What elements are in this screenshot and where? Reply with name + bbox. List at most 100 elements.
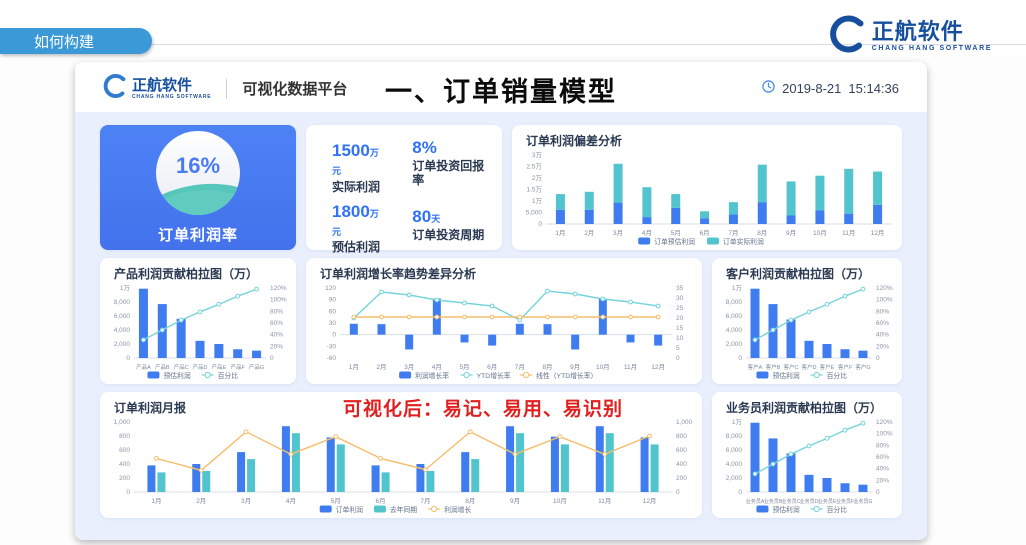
svg-text:10月: 10月 (596, 363, 610, 371)
svg-text:4,000: 4,000 (114, 327, 131, 334)
svg-text:40%: 40% (876, 332, 889, 339)
dashboard-header: 正航软件 CHANG HANG SOFTWARE 可视化数据平台 一、订单销量模… (75, 62, 927, 112)
svg-text:8,000: 8,000 (726, 299, 743, 306)
svg-text:11月: 11月 (624, 363, 637, 371)
svg-text:60%: 60% (876, 320, 889, 327)
svg-text:业务员E: 业务员E (818, 498, 837, 505)
svg-text:2月: 2月 (584, 229, 594, 237)
svg-text:1万: 1万 (732, 284, 743, 292)
svg-text:2月: 2月 (376, 363, 386, 371)
svg-text:百分比: 百分比 (827, 505, 848, 514)
svg-text:3万: 3万 (532, 151, 543, 159)
svg-text:客户G: 客户G (855, 363, 870, 371)
svg-text:5: 5 (676, 345, 680, 352)
svg-text:1,000: 1,000 (114, 419, 131, 426)
svg-text:20%: 20% (876, 478, 889, 485)
chart-canvas: 02004006008001,00002004006008001,0001月2月… (100, 415, 702, 518)
svg-text:15: 15 (676, 325, 684, 332)
svg-text:利润增长率: 利润增长率 (415, 371, 449, 380)
chart-canvas-container: 02,0004,0006,0008,0001万020%40%60%80%100%… (712, 281, 902, 384)
top-bar: 如何构建 正航软件 CHANG HANG SOFTWARE (0, 0, 1026, 56)
svg-text:400: 400 (119, 461, 130, 468)
svg-text:2月: 2月 (196, 497, 206, 505)
chart-customer-pareto: 客户利润贡献柏拉图（万） 02,0004,0006,0008,0001万020%… (712, 258, 902, 384)
svg-text:80%: 80% (270, 309, 283, 316)
svg-text:4,000: 4,000 (726, 327, 743, 334)
svg-text:9月: 9月 (786, 229, 796, 237)
svg-text:产品F: 产品F (231, 363, 246, 371)
svg-text:120: 120 (325, 285, 336, 292)
svg-text:1月: 1月 (555, 229, 565, 237)
svg-text:10月: 10月 (813, 229, 827, 237)
svg-text:0: 0 (270, 355, 274, 362)
chart-canvas-container: 02,0004,0006,0008,0001万020%40%60%80%100%… (100, 281, 296, 384)
kpi-gauge: 16% (156, 131, 240, 215)
company-logo: 正航软件 CHANG HANG SOFTWARE (826, 14, 992, 59)
svg-text:0: 0 (126, 355, 130, 362)
tab-label: 如何构建 (34, 31, 94, 52)
svg-text:6月: 6月 (700, 229, 710, 237)
metrics-panel: 1500万元 实际利润 1800万元 预估利润 3000万元 目标利润 8% 订… (306, 125, 502, 250)
tab-how-to-build[interactable]: 如何构建 (0, 28, 152, 54)
date-text: 2019-8-21 (782, 81, 841, 96)
chart-growth-rate-trend: 订单利润增长率趋势差异分析 -60-3003060901200510152025… (306, 258, 702, 384)
kpi-order-profit-rate: 16% 订单利润率 (100, 125, 296, 250)
chart-canvas: 02,0004,0006,0008,0001万020%40%60%80%100%… (712, 415, 902, 518)
svg-text:订单实际利润: 订单实际利润 (723, 237, 764, 246)
svg-text:2,000: 2,000 (726, 341, 743, 348)
chart-canvas-container: 02004006008001,00002004006008001,0001月2月… (100, 415, 702, 518)
svg-text:4月: 4月 (642, 229, 652, 237)
svg-text:客户C: 客户C (784, 363, 799, 371)
svg-text:100%: 100% (270, 297, 287, 304)
svg-text:业务员B: 业务员B (764, 498, 783, 505)
svg-text:30: 30 (676, 295, 684, 302)
svg-text:8月: 8月 (757, 229, 767, 237)
svg-text:客户B: 客户B (766, 363, 781, 371)
svg-text:3月: 3月 (613, 229, 623, 237)
svg-text:120%: 120% (876, 419, 893, 426)
svg-text:5月: 5月 (331, 497, 341, 505)
svg-text:9月: 9月 (570, 363, 580, 371)
svg-text:预估利润: 预估利润 (772, 371, 799, 380)
svg-text:线性（YTD增长率）: 线性（YTD增长率） (536, 371, 597, 380)
svg-text:1月: 1月 (151, 497, 161, 505)
svg-text:0: 0 (126, 489, 130, 496)
svg-text:产品G: 产品G (249, 363, 264, 371)
svg-text:1万: 1万 (120, 284, 131, 292)
company-logo-icon (826, 14, 866, 59)
svg-text:40%: 40% (270, 332, 283, 339)
svg-text:8,000: 8,000 (726, 433, 743, 440)
svg-text:3月: 3月 (404, 363, 414, 371)
svg-text:100%: 100% (876, 431, 893, 438)
svg-text:YTD增长率: YTD增长率 (477, 371, 511, 380)
chart-title: 业务员利润贡献柏拉图（万） (712, 392, 902, 415)
svg-text:预估利润: 预估利润 (163, 371, 190, 380)
svg-text:订单利润: 订单利润 (336, 505, 363, 514)
svg-text:百分比: 百分比 (827, 371, 848, 380)
svg-text:业务员G: 业务员G (854, 498, 873, 505)
chart-canvas-container: 02,0004,0006,0008,0001万020%40%60%80%100%… (712, 415, 902, 518)
svg-text:4月: 4月 (432, 363, 442, 371)
svg-text:20: 20 (676, 315, 684, 322)
svg-text:客户E: 客户E (820, 363, 835, 371)
svg-text:6,000: 6,000 (726, 313, 743, 320)
chart-title: 产品利润贡献柏拉图（万） (100, 258, 296, 281)
chart-canvas-container: 05,0001万1.5万2万2.5万3万1月2月3月4月5月6月7月8月9月10… (512, 148, 902, 250)
svg-text:12月: 12月 (643, 497, 657, 505)
svg-text:1,000: 1,000 (676, 419, 693, 426)
svg-text:4,000: 4,000 (726, 461, 743, 468)
svg-text:10: 10 (676, 335, 684, 342)
svg-text:5,000: 5,000 (526, 210, 543, 217)
svg-text:利润增长: 利润增长 (444, 505, 471, 514)
svg-text:8月: 8月 (465, 497, 475, 505)
svg-text:120%: 120% (270, 285, 287, 292)
chart-title: 订单利润增长率趋势差异分析 (306, 258, 702, 281)
svg-text:120%: 120% (876, 285, 893, 292)
svg-text:12月: 12月 (651, 363, 665, 371)
company-name-en: CHANG HANG SOFTWARE (872, 45, 992, 52)
svg-text:100%: 100% (876, 297, 893, 304)
svg-text:2万: 2万 (532, 174, 543, 182)
svg-text:600: 600 (676, 447, 687, 454)
svg-text:产品A: 产品A (136, 363, 151, 371)
time-text: 15:14:36 (848, 81, 899, 96)
